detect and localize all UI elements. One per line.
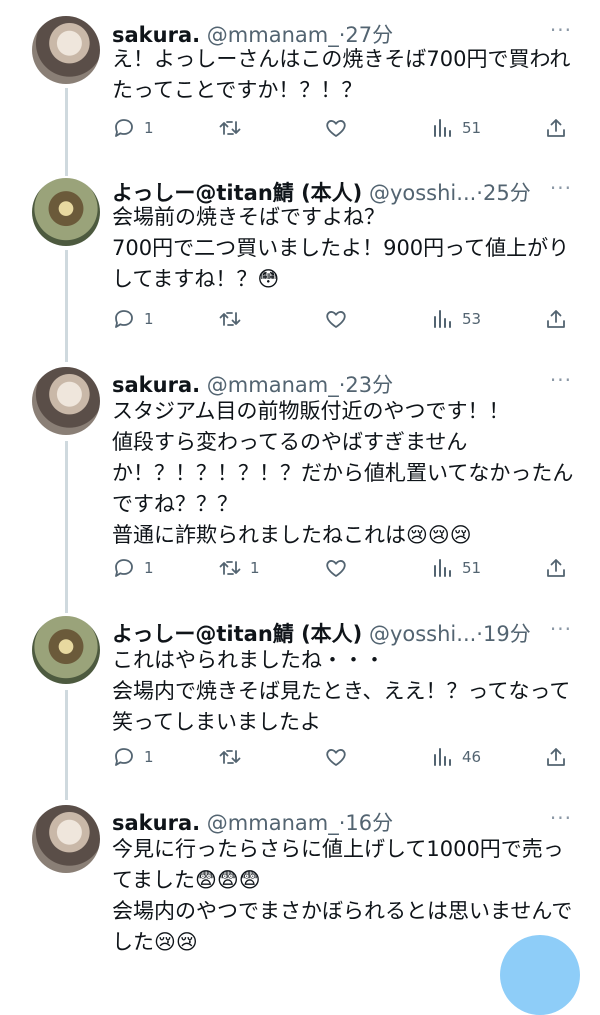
share-button[interactable] <box>544 742 568 772</box>
sakura-avatar[interactable] <box>32 805 100 873</box>
thread-line <box>65 441 68 613</box>
views-button[interactable]: 53 <box>430 304 481 334</box>
reply-icon <box>115 559 133 577</box>
share-button[interactable] <box>544 304 568 334</box>
tweet-5[interactable]: sakura. @mmanam_·16分 ··· 今見に行ったらさらに値上げして… <box>0 800 600 965</box>
retweet-icon <box>219 750 241 764</box>
views-icon <box>434 748 451 766</box>
more-options-icon[interactable]: ··· <box>550 20 572 40</box>
thread-line <box>65 88 68 176</box>
thread-line <box>65 690 68 800</box>
views-icon <box>434 310 451 328</box>
tweet-2[interactable]: よっしー@titan鯖 (本人) @yosshi...·25分 ··· 会場前の… <box>0 170 600 360</box>
reply-icon <box>115 119 133 137</box>
retweet-icon <box>219 312 241 326</box>
yoshi-avatar[interactable] <box>32 178 100 246</box>
views-icon <box>434 559 451 577</box>
heart-icon <box>326 120 346 137</box>
more-options-icon[interactable]: ··· <box>550 178 572 198</box>
reply-count: 1 <box>144 559 154 577</box>
reply-count: 1 <box>144 310 154 328</box>
like-button[interactable] <box>324 742 356 772</box>
display-name[interactable]: よっしー@titan鯖 (本人) <box>112 622 362 646</box>
share-icon <box>547 310 565 328</box>
view-count: 53 <box>462 310 482 328</box>
timestamp[interactable]: ·16分 <box>339 811 393 835</box>
like-button[interactable] <box>324 113 356 143</box>
view-count: 51 <box>462 119 482 137</box>
retweet-button[interactable] <box>218 304 250 334</box>
tweet-actions: 1 51 <box>112 113 576 143</box>
retweet-count: 1 <box>250 559 260 577</box>
reply-icon <box>115 310 133 328</box>
reply-count: 1 <box>144 748 154 766</box>
views-icon <box>434 119 451 137</box>
heart-icon <box>326 311 346 328</box>
thread-line <box>65 250 68 362</box>
tweet-text: 会場前の焼きそばですよね？ 700円で二つ買いましたよ！900円って値上がりして… <box>112 205 570 291</box>
display-name[interactable]: sakura. <box>112 811 200 835</box>
views-button[interactable]: 51 <box>430 113 481 143</box>
retweet-button[interactable]: 1 <box>218 553 260 583</box>
share-button[interactable] <box>544 113 568 143</box>
tweet-4[interactable]: よっしー@titan鯖 (本人) @yosshi...·19分 ··· これはや… <box>0 611 600 791</box>
reply-count: 1 <box>144 119 154 137</box>
sakura-avatar[interactable] <box>32 16 100 84</box>
tweet-3[interactable]: sakura. @mmanam_·23分 ··· スタジアム目の前物販付近のやつ… <box>0 362 600 602</box>
timestamp[interactable]: ·23分 <box>339 373 393 397</box>
reply-button[interactable]: 1 <box>112 304 154 334</box>
user-handle[interactable]: @mmanam_ <box>207 373 339 397</box>
view-count: 46 <box>462 748 482 766</box>
like-button[interactable] <box>324 553 356 583</box>
share-button[interactable] <box>544 553 568 583</box>
tweet-text: これはやられましたね・・・ 会場内で焼きそば見たとき、ええ！？ってなって笑ってし… <box>112 648 571 734</box>
retweet-button[interactable] <box>218 742 250 772</box>
heart-icon <box>326 560 346 577</box>
views-button[interactable]: 46 <box>430 742 481 772</box>
more-options-icon[interactable]: ··· <box>550 370 572 390</box>
retweet-button[interactable] <box>218 113 250 143</box>
tweet-text: え！よっしーさんはこの焼きそば700円で買われたってことですか！？！？ <box>112 47 571 102</box>
views-button[interactable]: 51 <box>430 553 481 583</box>
retweet-icon <box>219 561 241 575</box>
display-name[interactable]: sakura. <box>112 373 200 397</box>
like-button[interactable] <box>324 304 356 334</box>
more-options-icon[interactable]: ··· <box>550 808 572 828</box>
heart-icon <box>326 749 346 766</box>
user-handle[interactable]: @yosshi... <box>369 622 476 646</box>
retweet-icon <box>219 121 241 135</box>
reply-button[interactable]: 1 <box>112 742 154 772</box>
tweet-text: 今見に行ったらさらに値上げして1000円で売ってました😨😨😨 会場内のやつでまさ… <box>112 837 573 954</box>
more-options-icon[interactable]: ··· <box>550 619 572 639</box>
reply-button[interactable]: 1 <box>112 553 154 583</box>
tweet-actions: 1 46 <box>112 742 576 772</box>
share-icon <box>547 748 565 766</box>
yoshi-avatar[interactable] <box>32 616 100 684</box>
tweet-actions: 1 1 51 <box>112 553 576 583</box>
tweet-1[interactable]: sakura. @mmanam_·27分 ··· え！よっしーさんはこの焼きそば… <box>0 12 600 182</box>
tweet-actions: 1 53 <box>112 304 576 334</box>
reply-icon <box>115 748 133 766</box>
share-icon <box>547 559 565 577</box>
user-handle[interactable]: @mmanam_ <box>207 811 339 835</box>
share-icon <box>547 119 565 137</box>
sakura-avatar[interactable] <box>32 367 100 435</box>
view-count: 51 <box>462 559 482 577</box>
compose-button[interactable] <box>500 935 580 1015</box>
tweet-text: スタジアム目の前物販付近のやつです！！ 値段すら変わってるのやばすぎませんか！？… <box>112 399 574 547</box>
timestamp[interactable]: ·19分 <box>476 622 530 646</box>
reply-button[interactable]: 1 <box>112 113 154 143</box>
